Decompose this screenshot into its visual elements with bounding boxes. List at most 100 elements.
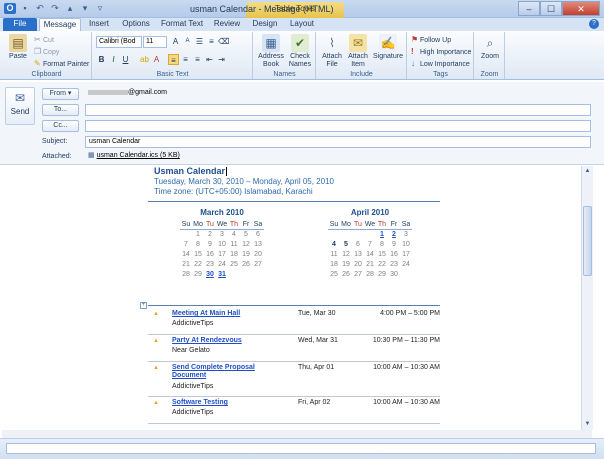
send-button[interactable]: ✉ Send <box>5 87 35 125</box>
bold-icon[interactable]: B <box>96 54 107 65</box>
calendar-day[interactable]: 2 <box>388 230 400 240</box>
calendar-day: 25 <box>230 261 238 268</box>
event-marker-icon: ▲ <box>153 311 159 317</box>
from-button[interactable]: From ▾ <box>42 88 79 100</box>
paste-button[interactable]: ▤ Paste <box>5 34 31 61</box>
subject-label: Subject: <box>42 138 68 145</box>
attachment-field: ▦ usman Calendar.ics (5 KB) <box>85 151 591 163</box>
font-size-select[interactable]: 11 <box>143 36 167 48</box>
tab-options[interactable]: Options <box>118 18 154 31</box>
copy-button[interactable]: ❐ Copy <box>34 47 59 56</box>
follow-up-button[interactable]: ⚑ Follow Up <box>411 35 451 44</box>
high-importance-button[interactable]: ! High Importance <box>411 47 471 56</box>
event-row: ▲ Send Complete Proposal Document Addict… <box>148 362 440 397</box>
tab-file[interactable]: File <box>3 18 37 31</box>
shrink-font-icon[interactable]: A <box>182 36 193 47</box>
from-value: @gmail.com <box>128 89 168 96</box>
to-field[interactable] <box>85 104 591 116</box>
outlook-app-icon[interactable]: O <box>4 3 16 14</box>
calendar-day: 30 <box>390 271 398 278</box>
decrease-indent-icon[interactable]: ⇤ <box>204 54 215 65</box>
minimize-button[interactable]: – <box>518 1 540 16</box>
up-arrow-icon[interactable]: ▴ <box>64 3 76 14</box>
grow-font-icon[interactable]: A <box>170 36 181 47</box>
event-title[interactable]: Send Complete Proposal Document <box>172 364 272 380</box>
increase-indent-icon[interactable]: ⇥ <box>216 54 227 65</box>
redo-icon[interactable]: ↷ <box>49 3 61 14</box>
cut-label: Cut <box>43 37 54 44</box>
help-icon[interactable]: ? <box>589 19 599 29</box>
calendar-day: 24 <box>402 261 410 268</box>
calendar-day[interactable]: 1 <box>376 230 388 240</box>
clear-format-icon[interactable]: ⌫ <box>218 36 229 47</box>
calendar-day <box>328 230 340 240</box>
calendar-day[interactable]: 31 <box>216 270 228 280</box>
subject-field[interactable]: usman Calendar <box>85 136 591 148</box>
customize-qat-icon[interactable]: ▿ <box>94 3 106 14</box>
calendar-day: 5 <box>244 231 248 238</box>
attach-file-button[interactable]: ⌇ Attach File <box>320 34 344 69</box>
message-body[interactable]: Usman Calendar Tuesday, March 30, 2010 –… <box>2 166 580 430</box>
event-title[interactable]: Meeting At Main Hall <box>172 310 272 318</box>
tab-message[interactable]: Message <box>39 18 81 31</box>
highlight-icon[interactable]: ab <box>139 54 150 65</box>
event-row: ▲ Meeting At Main Hall AddictiveTips Tue… <box>148 308 440 335</box>
tab-insert[interactable]: Insert <box>83 18 115 31</box>
cc-button[interactable]: Cc... <box>42 120 79 132</box>
event-location: AddictiveTips <box>172 409 214 416</box>
close-button[interactable]: ✕ <box>562 1 600 16</box>
include-group: ⌇ Attach File ✉ Attach Item ✍ Signature … <box>317 32 407 79</box>
copy-label: Copy <box>43 49 60 56</box>
clipboard-group-label: Clipboard <box>31 71 62 78</box>
to-button[interactable]: To... <box>42 104 79 116</box>
attach-item-button[interactable]: ✉ Attach Item <box>345 34 371 69</box>
cut-button[interactable]: ✂ Cut <box>34 35 54 44</box>
calendar-file-icon: ▦ <box>88 152 95 159</box>
table-move-handle[interactable]: + <box>140 302 147 309</box>
scroll-thumb[interactable] <box>583 206 592 276</box>
from-label: From <box>49 90 66 97</box>
format-painter-button[interactable]: ✎ Format Painter <box>34 59 89 68</box>
tab-format-text[interactable]: Format Text <box>158 18 206 31</box>
tab-review[interactable]: Review <box>210 18 244 31</box>
font-name-select[interactable]: Calibri (Bod <box>96 36 142 48</box>
cc-field[interactable] <box>85 120 591 132</box>
align-center-icon[interactable]: ≡ <box>180 54 191 65</box>
tab-layout[interactable]: Layout <box>286 18 318 31</box>
save-icon[interactable]: ▪ <box>19 3 31 14</box>
horizontal-scrollbar[interactable] <box>2 430 592 438</box>
scroll-up-icon[interactable]: ▲ <box>583 167 592 176</box>
maximize-button[interactable]: ☐ <box>540 1 562 16</box>
signature-button[interactable]: ✍ Signature <box>372 34 404 61</box>
title-bar: O ▪ ↶ ↷ ▴ ▾ ▿ Table Tools usman Calendar… <box>0 0 604 18</box>
bullets-icon[interactable]: ☰ <box>194 36 205 47</box>
people-pane-field[interactable] <box>6 443 596 454</box>
low-importance-button[interactable]: ↓ Low Importance <box>411 59 470 68</box>
vertical-scrollbar[interactable]: ▲ ▼ <box>581 166 593 430</box>
check-names-button[interactable]: ✔ Check Names <box>287 34 313 69</box>
font-color-icon[interactable]: A <box>151 54 162 65</box>
align-left-icon[interactable]: ≡ <box>168 54 179 65</box>
event-title[interactable]: Party At Rendezvous <box>172 337 272 345</box>
event-title[interactable]: Software Testing <box>172 399 272 407</box>
event-marker-icon: ▲ <box>153 365 159 371</box>
align-right-icon[interactable]: ≡ <box>192 54 203 65</box>
attachment-link[interactable]: usman Calendar.ics (5 KB) <box>97 152 180 159</box>
calendar-day: 13 <box>254 241 262 248</box>
address-book-button[interactable]: ▦ Address Book <box>258 34 284 69</box>
event-time: 4:00 PM – 5:00 PM <box>380 310 440 317</box>
undo-icon[interactable]: ↶ <box>34 3 46 14</box>
calendar-day: 17 <box>402 251 410 258</box>
calendar-day[interactable]: 30 <box>204 270 216 280</box>
underline-icon[interactable]: U <box>120 54 131 65</box>
zoom-button[interactable]: ⌕ Zoom <box>477 34 503 61</box>
magnifier-icon: ⌕ <box>486 36 494 50</box>
calendar-day: 2 <box>208 231 212 238</box>
calendar-day: 10 <box>402 241 410 248</box>
numbering-icon[interactable]: ≡ <box>206 36 217 47</box>
tab-design[interactable]: Design <box>248 18 282 31</box>
italic-icon[interactable]: I <box>108 54 119 65</box>
scroll-down-icon[interactable]: ▼ <box>583 420 592 429</box>
weekday-header: Th <box>376 221 388 230</box>
down-arrow-icon[interactable]: ▾ <box>79 3 91 14</box>
